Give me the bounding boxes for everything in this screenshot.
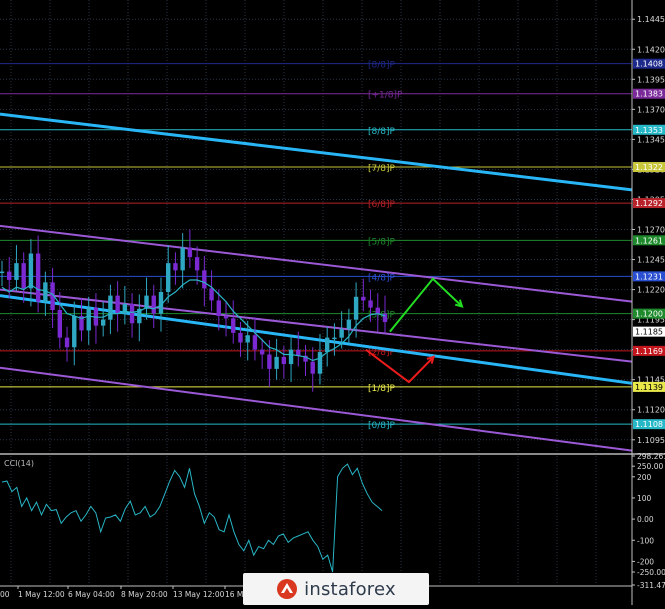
candle-body — [267, 354, 272, 369]
candle-body — [339, 329, 344, 338]
chart-canvas: [8/8]P [+1/8]P [8/8]P [7/8]P [6/8]P [5/8]P [4/… — [0, 0, 665, 605]
price-label-text: 1.1322 — [635, 163, 663, 172]
murray-level-label: [6/8]P — [368, 200, 396, 210]
price-tick-label: 1.1395 — [637, 75, 665, 84]
candle-body — [288, 349, 294, 365]
candle-body — [108, 295, 113, 320]
candle-body — [151, 295, 156, 314]
candle-body — [187, 247, 193, 258]
candle-body — [231, 318, 236, 333]
cci-tick-label: -200 — [637, 557, 654, 566]
candle-body — [353, 296, 359, 320]
candle-body — [0, 271, 5, 274]
candle-body — [7, 271, 12, 280]
cci-title: CCI(14) — [4, 459, 34, 468]
murray-level-label: [+1/8]P — [368, 91, 403, 101]
time-label: 6 May 04:00 — [68, 590, 115, 599]
time-label: 00 — [0, 590, 10, 599]
candle-body — [14, 263, 19, 280]
cci-tick-label: 298.2612 — [637, 452, 665, 461]
time-label: 1 May 12:00 — [18, 590, 65, 599]
candle-body — [57, 310, 63, 338]
murray-level-label: [8/8]P — [368, 127, 396, 137]
murray-level-label: [7/8]P — [368, 164, 396, 174]
candle-body — [252, 335, 258, 350]
price-label-text: 1.1139 — [635, 383, 663, 392]
candle-body — [209, 288, 214, 301]
cci-tick-label: 250.00 — [637, 462, 663, 471]
candle-body — [166, 263, 171, 292]
candle-body — [324, 337, 330, 353]
time-label: 13 May 12:00 — [173, 590, 225, 599]
cci-tick-label: 200 — [637, 473, 652, 482]
candle-body — [245, 335, 250, 343]
candle-body — [281, 356, 287, 365]
candle-body — [296, 349, 301, 356]
price-label-text: 1.1200 — [635, 310, 663, 319]
price-label-text: 1.1231 — [635, 272, 663, 281]
instaforex-logo-icon — [277, 579, 298, 599]
candle-body — [86, 307, 91, 331]
candle-body — [72, 316, 77, 348]
cci-tick-label: -250.00 — [637, 568, 665, 577]
murray-level-label: [0/8]P — [368, 421, 396, 431]
price-label-text: 1.1353 — [635, 126, 663, 135]
watermark-brand: instaforex — [304, 578, 396, 600]
candle-body — [194, 257, 200, 271]
price-label-text: 1.1108 — [635, 420, 663, 429]
price-label-text: 1.1169 — [635, 347, 663, 356]
price-label-text: 1.1292 — [635, 199, 663, 208]
candle-body — [346, 319, 352, 330]
candle-body — [375, 307, 380, 314]
candle-body — [216, 300, 221, 317]
candle-body — [317, 352, 323, 374]
murray-level-label: [1/8]P — [368, 384, 396, 394]
price-tick-label: 1.1220 — [637, 286, 665, 295]
chart-root: [8/8]P [+1/8]P [8/8]P [7/8]P [6/8]P [5/8]P [4/… — [0, 0, 665, 605]
price-tick-label: 1.1120 — [637, 406, 665, 415]
price-label-text: 1.1261 — [635, 236, 663, 245]
instaforex-watermark: instaforex — [243, 573, 429, 605]
murray-level-label: [5/8]P — [368, 237, 396, 247]
candle-body — [259, 349, 265, 355]
cci-tick-label: -100 — [637, 536, 654, 545]
price-tick-label: 1.1270 — [637, 226, 665, 235]
cci-tick-label: -311.478 — [637, 581, 665, 590]
murray-level-label: [8/8]P — [368, 61, 396, 71]
price-label-text: 1.1185 — [635, 328, 663, 337]
candle-body — [115, 295, 120, 314]
candle-body — [28, 253, 34, 289]
candle-body — [173, 263, 178, 271]
candle-body — [223, 316, 229, 319]
price-tick-label: 1.1345 — [637, 135, 665, 144]
time-label: 8 May 20:00 — [121, 590, 168, 599]
candle-body — [35, 253, 41, 302]
murray-level-label: [3/8]P — [368, 311, 396, 321]
price-tick-label: 1.1095 — [637, 436, 665, 445]
candle-body — [202, 270, 207, 289]
candle-body — [180, 247, 185, 271]
candle-body — [310, 361, 315, 374]
candle-body — [368, 300, 373, 308]
candle-body — [100, 319, 106, 326]
candle-body — [129, 304, 135, 324]
price-tick-label: 1.1245 — [637, 256, 665, 265]
price-tick-label: 1.1420 — [637, 45, 665, 54]
price-tick-label: 1.1370 — [637, 105, 665, 114]
price-tick-label: 1.1445 — [637, 15, 665, 24]
candle-body — [64, 337, 70, 348]
price-label-text: 1.1383 — [635, 90, 663, 99]
candle-body — [21, 263, 26, 289]
candle-body — [332, 337, 337, 340]
cci-tick-label: 0.00 — [637, 515, 654, 524]
candle-body — [238, 332, 243, 343]
candle-body — [274, 356, 279, 369]
price-label-text: 1.1408 — [635, 60, 663, 69]
cci-tick-label: 100 — [637, 494, 652, 503]
candle-body — [361, 296, 366, 301]
murray-level-label: [4/8]P — [368, 273, 396, 283]
candle-body — [144, 295, 149, 309]
